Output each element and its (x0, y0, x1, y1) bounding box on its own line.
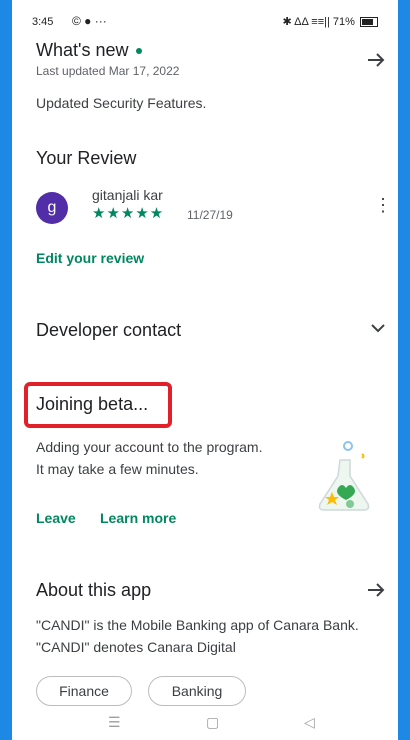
notification-icons: © ● ··· (72, 14, 107, 28)
app-screen: 3:45 © ● ··· ✱ ΔΔ ≡≡|| 71% What's new La… (12, 0, 398, 740)
leave-beta-link[interactable]: Leave (36, 510, 76, 526)
category-chip-banking[interactable]: Banking (148, 676, 246, 706)
developer-contact-title[interactable]: Developer contact (36, 320, 181, 341)
status-bar: 3:45 © ● ··· ✱ ΔΔ ≡≡|| 71% (12, 0, 398, 40)
avatar-letter: g (47, 199, 57, 216)
status-indicators: ✱ ΔΔ ≡≡|| 71% (282, 16, 355, 28)
back-icon[interactable]: ◁ (304, 714, 315, 731)
learn-more-link[interactable]: Learn more (100, 510, 176, 526)
status-right: ✱ ΔΔ ≡≡|| 71% (282, 15, 378, 28)
chevron-down-icon[interactable] (368, 318, 388, 338)
your-review-title: Your Review (36, 148, 137, 168)
about-app-title[interactable]: About this app (36, 580, 151, 601)
more-options-icon[interactable]: ⋮ (374, 196, 392, 214)
last-updated: Last updated Mar 17, 2022 (36, 64, 180, 78)
category-chip-finance[interactable]: Finance (36, 676, 132, 706)
battery-icon (360, 17, 378, 28)
star-rating: ★★★★★ (92, 205, 165, 222)
beaker-illustration-icon (318, 441, 370, 511)
whats-new-body: Updated Security Features. (36, 95, 207, 111)
highlight-annotation (24, 382, 172, 428)
arrow-right-icon[interactable] (364, 578, 388, 602)
about-app-body: "CANDI" is the Mobile Banking app of Can… (36, 617, 359, 655)
arrow-right-icon[interactable] (364, 48, 388, 72)
beta-body: Adding your account to the program. It m… (36, 439, 263, 477)
home-icon[interactable]: ▢ (206, 714, 219, 731)
system-nav-bar: ☰ ▢ ◁ (12, 712, 398, 740)
avatar: g (36, 192, 68, 224)
new-dot-icon (136, 48, 143, 55)
status-time: 3:45 (32, 16, 54, 28)
whats-new-title-text: What's new (36, 40, 129, 60)
reviewer-name: gitanjali kar (92, 187, 163, 203)
review-date: 11/27/19 (187, 208, 233, 222)
edit-review-link[interactable]: Edit your review (36, 250, 144, 266)
whats-new-title: What's new (36, 40, 143, 61)
menu-icon[interactable]: ☰ (108, 714, 121, 731)
